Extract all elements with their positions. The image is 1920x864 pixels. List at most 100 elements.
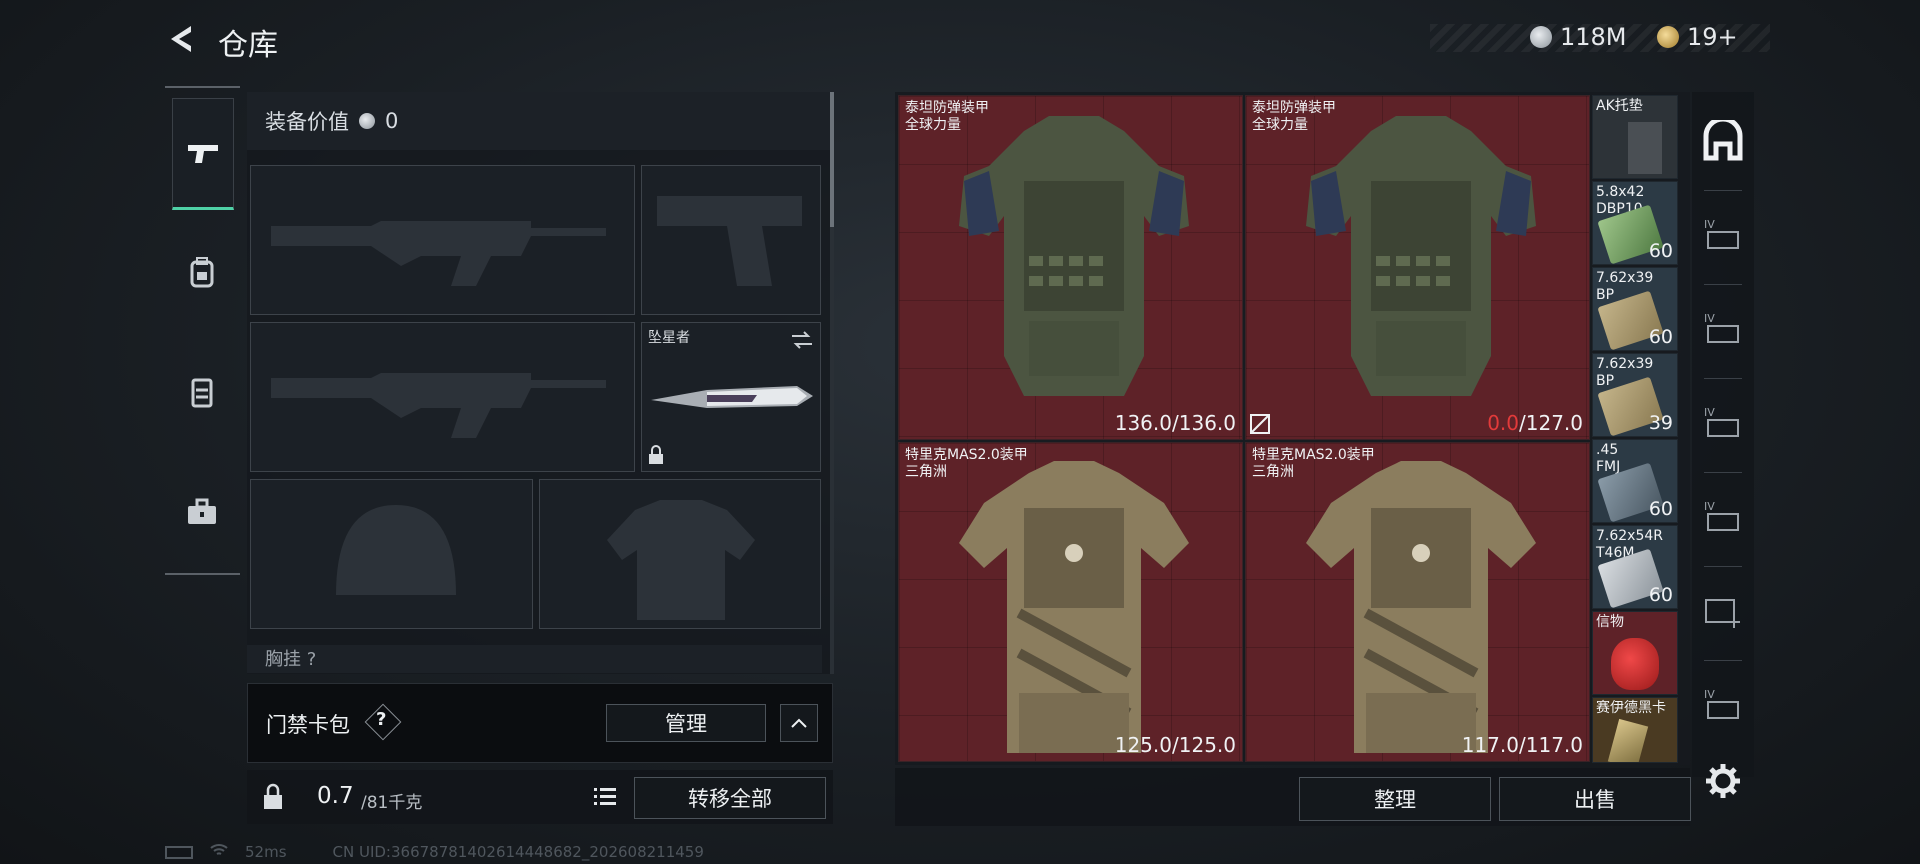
page-title: 仓库 [218, 28, 278, 63]
tab-chest-rig[interactable] [172, 338, 232, 446]
rifle-silhouette-icon [271, 221, 606, 286]
primary-weapon-slot-2[interactable] [250, 322, 635, 472]
sort-button[interactable]: 整理 [1299, 777, 1491, 821]
stash-grid: 泰坦防弹装甲 全球力量 136.0/136.0 泰坦防弹装甲 全球力量 0.0/… [895, 92, 1690, 765]
body-armor-slot[interactable] [539, 479, 821, 629]
gold-coin-icon [1657, 26, 1679, 48]
durability-max: /127.0 [1519, 411, 1583, 435]
durability-current: 0.0 [1487, 411, 1519, 435]
stash-item-small[interactable]: 7.62x39 BP 60 [1592, 267, 1678, 351]
svg-text:IV: IV [1704, 688, 1715, 701]
durability-readout: 125.0/125.0 [1115, 733, 1236, 757]
help-icon[interactable]: ? [376, 709, 386, 730]
stash-page-2-icon[interactable]: IV [1702, 308, 1744, 350]
durability-current: 125.0 [1114, 733, 1172, 757]
keycard-label: 门禁卡包 [266, 713, 350, 737]
equipment-panel: 装备价值 0 坠星者 胸挂 ? [247, 92, 832, 674]
equipment-scrollbar-thumb[interactable] [830, 92, 834, 227]
status-bar: 52ms CN UID:3667878140261444868​2_202608… [165, 842, 704, 862]
ping-readout: 52ms [245, 843, 287, 861]
weight-bar: 0.7 /81千克 转移全部 [247, 770, 833, 824]
rail-divider [1704, 284, 1742, 285]
mas-armor-image [1306, 461, 1536, 753]
melee-slot[interactable]: 坠星者 [641, 322, 821, 472]
rail-divider [1704, 378, 1742, 379]
primary-weapon-slot-1[interactable] [250, 165, 635, 315]
durability-current: 136.0 [1114, 411, 1172, 435]
stash-page-4-icon[interactable]: IV [1702, 496, 1744, 538]
manage-button[interactable]: 管理 [606, 704, 766, 742]
stash-page-1-icon[interactable]: IV [1702, 214, 1744, 256]
stash-page-3-icon[interactable]: IV [1702, 402, 1744, 444]
tab-case[interactable] [172, 458, 232, 566]
durability-readout: 0.0/127.0 [1487, 411, 1583, 435]
stash-item-small[interactable]: 信物 [1592, 611, 1678, 695]
titan-armor-image [1306, 116, 1536, 396]
knife-icon [651, 386, 813, 408]
back-arrow-icon[interactable] [165, 22, 197, 56]
briefcase-icon [188, 498, 216, 524]
settings-gear-icon[interactable] [1702, 760, 1744, 802]
pistol-slot[interactable] [641, 165, 821, 315]
weight-current: 0.7 [317, 783, 354, 809]
lock-icon [649, 445, 663, 464]
stash-item-armor[interactable]: 特里克MAS2.0装甲 三角洲 125.0/125.0 [898, 442, 1243, 762]
equipment-value-header: 装备价值 0 [247, 92, 832, 150]
helmet-slot[interactable] [250, 479, 533, 629]
item-quantity: 60 [1648, 584, 1673, 606]
svg-text:IV: IV [1704, 406, 1715, 419]
rail-divider [1704, 660, 1742, 661]
silver-coin-icon [1530, 26, 1552, 48]
equipment-value-label: 装备价值 [265, 110, 349, 134]
stash-page-5-icon[interactable]: IV [1702, 684, 1744, 726]
stash-item-small[interactable]: 5.8x42 DBP10 60 [1592, 181, 1678, 265]
silver-amount: 118M [1560, 23, 1627, 51]
svg-text:IV: IV [1704, 218, 1715, 231]
stash-item-small[interactable]: 7.62x54R T46M 60 [1592, 525, 1678, 609]
stash-item-small[interactable]: 赛伊德黑卡 [1592, 697, 1678, 763]
swap-icon[interactable] [790, 329, 814, 351]
list-icon [594, 788, 616, 805]
helmet-silhouette-icon [336, 505, 456, 595]
equipment-value: 0 [385, 109, 399, 133]
tab-weapons[interactable] [172, 98, 234, 210]
stash-item-small[interactable]: 7.62x39 BP 39 [1592, 353, 1678, 437]
sell-button[interactable]: 出售 [1499, 777, 1691, 821]
silver-currency: 118M [1530, 22, 1627, 52]
rail-divider [1704, 190, 1742, 191]
transfer-all-button[interactable]: 转移全部 [634, 777, 826, 819]
backpack-icon [190, 257, 214, 288]
battery-icon [165, 845, 193, 859]
stash-home-icon[interactable] [1702, 116, 1744, 162]
durability-max: /136.0 [1172, 411, 1236, 435]
keycard-case-bar: 门禁卡包 ? 管理 [247, 683, 833, 763]
item-name: 赛伊德黑卡 [1596, 700, 1666, 716]
weight-max: /81千克 [361, 793, 423, 813]
collapse-button[interactable] [780, 704, 818, 742]
melee-name: 坠星者 [648, 330, 690, 346]
chevron-up-icon [791, 718, 807, 728]
stash-item-armor[interactable]: 特里克MAS2.0装甲 三角洲 117.0/117.0 [1245, 442, 1590, 762]
item-name: AK托垫 [1596, 98, 1643, 114]
chest-rig-section-label: 胸挂 ? [247, 645, 822, 673]
gold-currency[interactable]: 19+ [1657, 22, 1738, 52]
svg-text:IV: IV [1704, 312, 1715, 325]
keycard-image [1607, 718, 1649, 762]
silver-coin-icon [359, 113, 375, 129]
stash-item-small[interactable]: AK托垫 [1592, 95, 1678, 179]
armor-silhouette-icon [607, 500, 755, 620]
item-name: .45 FMJ [1596, 442, 1621, 475]
tab-backpack[interactable] [172, 218, 232, 326]
pistol-icon [188, 145, 218, 163]
red-mask-image [1611, 638, 1659, 690]
pistol-silhouette-icon [657, 196, 802, 286]
add-stash-page-icon[interactable] [1702, 590, 1744, 632]
stash-page-rail: IV IV IV IV IV [1692, 92, 1754, 777]
durability-readout: 136.0/136.0 [1115, 411, 1236, 435]
weight-lock-icon [264, 783, 282, 809]
stash-item-armor[interactable]: 泰坦防弹装甲 全球力量 136.0/136.0 [898, 95, 1243, 440]
stash-item-small[interactable]: .45 FMJ 60 [1592, 439, 1678, 523]
item-quantity: 39 [1648, 412, 1673, 434]
list-view-button[interactable] [590, 780, 620, 812]
stash-item-armor[interactable]: 泰坦防弹装甲 全球力量 0.0/127.0 [1245, 95, 1590, 440]
